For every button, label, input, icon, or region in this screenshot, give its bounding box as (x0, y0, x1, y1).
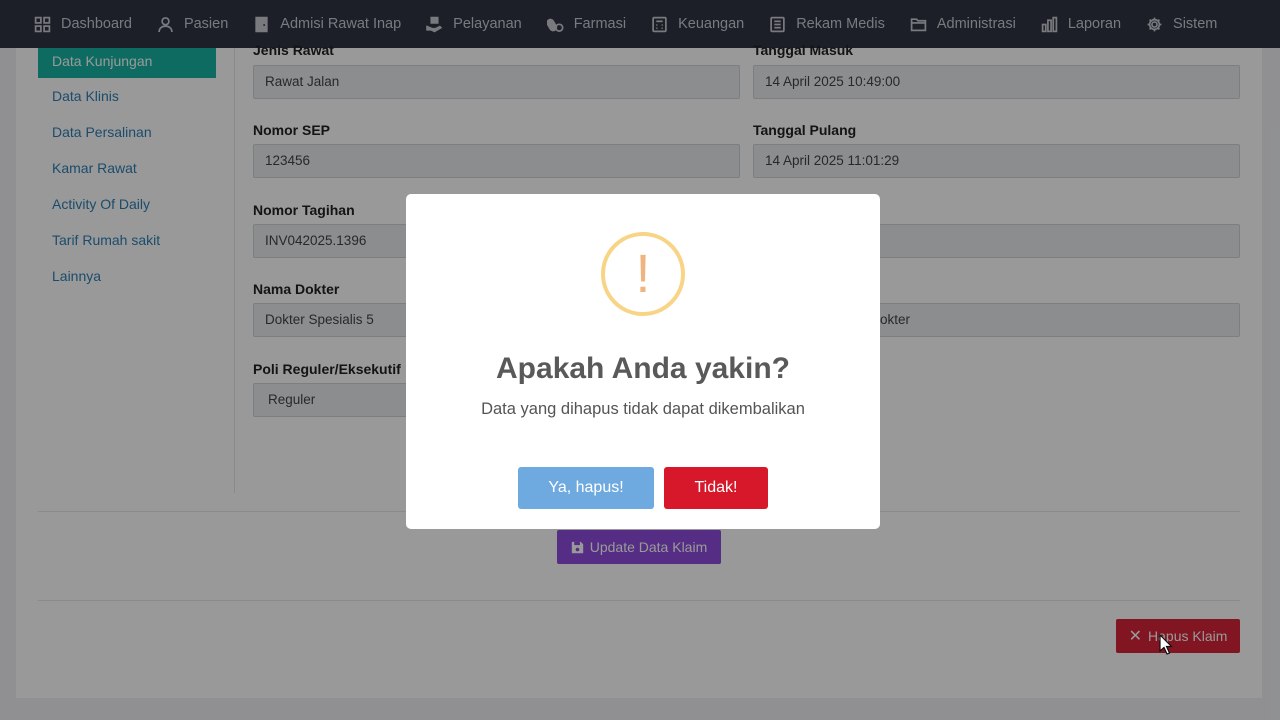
confirm-delete-button[interactable]: Ya, hapus! (518, 467, 654, 509)
dialog-message: Data yang dihapus tidak dapat dikembalik… (481, 400, 805, 418)
mouse-cursor-icon (1159, 634, 1173, 655)
confirm-dialog: ! Apakah Anda yakin? Data yang dihapus t… (406, 194, 880, 529)
cancel-button[interactable]: Tidak! (664, 467, 768, 509)
warning-icon: ! (601, 232, 685, 316)
dialog-title: Apakah Anda yakin? (496, 352, 790, 385)
